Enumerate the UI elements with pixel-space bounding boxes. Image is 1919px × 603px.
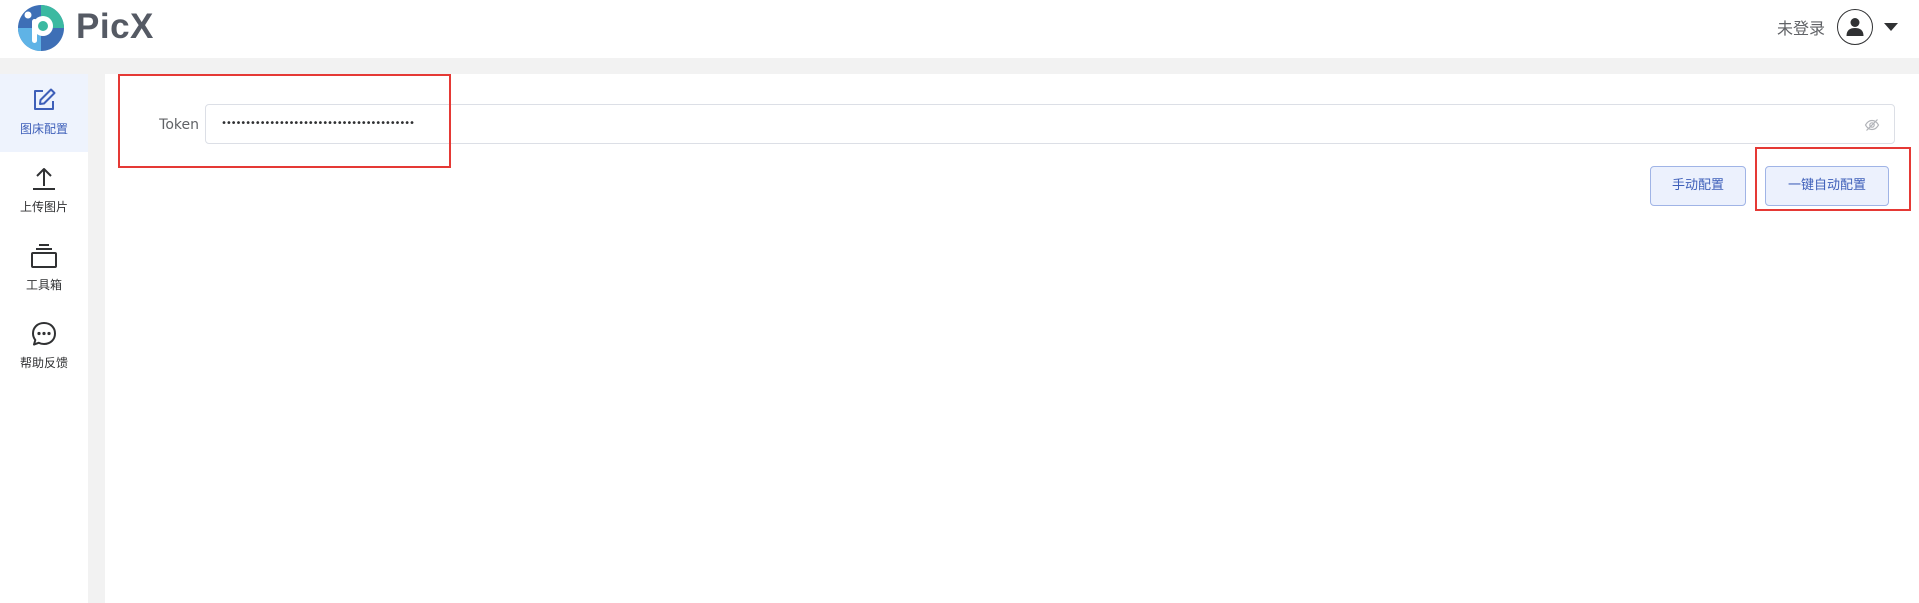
upload-icon [33, 168, 55, 190]
sidebar-item-toolbox[interactable]: 工具箱 [0, 230, 88, 308]
sidebar-item-label: 图床配置 [19, 122, 68, 136]
sidebar-item-label: 帮助反馈 [19, 356, 68, 370]
login-status[interactable]: 未登录 [1777, 18, 1825, 40]
sidebar-item-label: 上传图片 [19, 200, 68, 214]
toolbox-icon [31, 244, 57, 268]
eye-off-icon[interactable] [1864, 117, 1880, 133]
sidebar-item-upload-image[interactable]: 上传图片 [0, 152, 88, 230]
manual-config-button[interactable]: 手动配置 [1650, 166, 1746, 206]
user-icon [1846, 18, 1864, 36]
app-name: PicX [76, 7, 154, 46]
picx-logo-icon [18, 5, 64, 51]
token-value: •••••••••••••••••••••••••••••••••••••••• [221, 118, 415, 129]
sidebar-item-image-host-config[interactable]: 图床配置 [0, 74, 88, 152]
sidebar-item-label: 工具箱 [25, 278, 62, 292]
token-label: Token [159, 117, 199, 133]
user-avatar[interactable] [1837, 9, 1873, 45]
auto-config-button[interactable]: 一键自动配置 [1765, 166, 1889, 206]
config-panel: Token ••••••••••••••••••••••••••••••••••… [105, 74, 1919, 603]
sidebar-item-help-feedback[interactable]: 帮助反馈 [0, 308, 88, 386]
chat-bubble-icon [32, 322, 56, 346]
top-header: PicX 未登录 [0, 0, 1919, 58]
sidebar-nav: 图床配置 上传图片 工具箱 帮助反馈 [0, 74, 88, 603]
caret-down-icon[interactable] [1884, 23, 1898, 31]
edit-icon [34, 88, 56, 110]
token-field[interactable]: •••••••••••••••••••••••••••••••••••••••• [205, 104, 1895, 144]
